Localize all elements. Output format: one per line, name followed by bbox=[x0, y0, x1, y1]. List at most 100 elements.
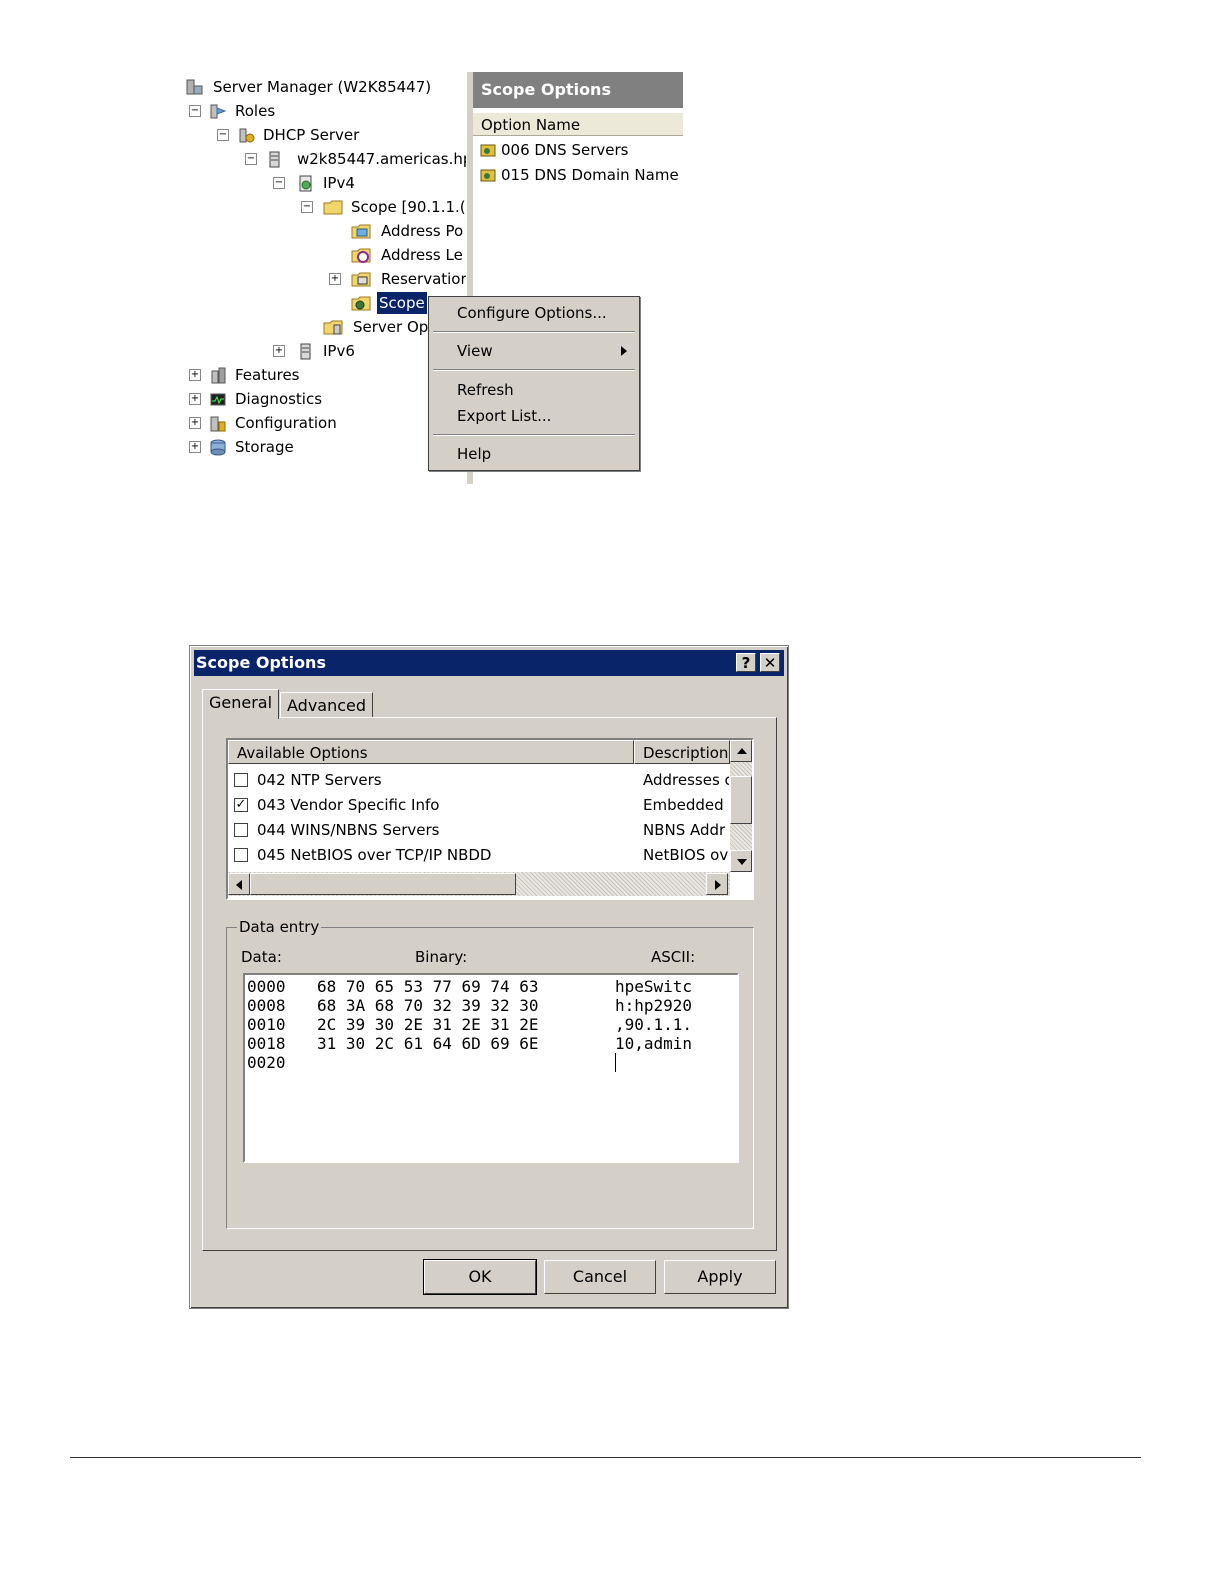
scroll-down-button[interactable] bbox=[730, 850, 752, 872]
vertical-scrollbar[interactable] bbox=[730, 740, 752, 872]
menu-item-help[interactable]: Help bbox=[431, 442, 637, 466]
hex-offset: 0010 bbox=[247, 1015, 286, 1034]
option-checkbox-checked[interactable]: ✓ bbox=[234, 798, 248, 812]
option-name: 045 NetBIOS over TCP/IP NBDD bbox=[257, 846, 492, 864]
help-button[interactable]: ? bbox=[736, 653, 756, 672]
menu-item-export-list[interactable]: Export List... bbox=[431, 404, 637, 428]
column-header-available-options[interactable]: Available Options bbox=[228, 740, 634, 764]
storage-icon bbox=[209, 438, 227, 456]
tree-label-host: w2k85447.americas.hp bbox=[297, 150, 466, 168]
option-checkbox[interactable] bbox=[234, 848, 248, 862]
details-pane-title: Scope Options bbox=[473, 72, 683, 108]
menu-separator bbox=[433, 331, 635, 333]
scroll-right-button[interactable] bbox=[706, 873, 728, 895]
reservations-icon bbox=[351, 270, 371, 288]
arrow-down-icon bbox=[737, 859, 747, 865]
option-icon bbox=[479, 166, 497, 184]
tree-label-features: Features bbox=[235, 366, 300, 384]
configuration-icon bbox=[209, 414, 227, 432]
option-name: 042 NTP Servers bbox=[257, 771, 382, 789]
features-icon bbox=[209, 366, 227, 384]
collapse-icon[interactable]: − bbox=[245, 153, 257, 165]
diagnostics-icon bbox=[209, 390, 227, 408]
hex-ascii: ,90.1.1. bbox=[615, 1015, 693, 1034]
arrow-left-icon bbox=[236, 880, 242, 890]
console-tree: Server Manager (W2K85447) − Roles − DHCP… bbox=[183, 72, 466, 484]
collapse-icon[interactable]: − bbox=[217, 129, 229, 141]
server-icon bbox=[265, 150, 283, 168]
option-description: NetBIOS ov bbox=[643, 846, 729, 864]
submenu-arrow-icon bbox=[621, 346, 627, 356]
hex-offset: 0018 bbox=[247, 1034, 286, 1053]
option-description: Addresses c bbox=[643, 771, 729, 789]
collapse-icon[interactable]: − bbox=[189, 105, 201, 117]
hex-ascii: 10,admin bbox=[615, 1034, 693, 1053]
dhcp-server-icon bbox=[237, 126, 255, 144]
hex-ascii: hpeSwitc bbox=[615, 977, 693, 996]
column-header-description[interactable]: Description bbox=[634, 740, 730, 764]
list-item-label: 015 DNS Domain Name bbox=[501, 166, 679, 184]
expand-icon[interactable]: + bbox=[189, 369, 201, 381]
close-button[interactable]: ✕ bbox=[760, 653, 780, 672]
hex-bytes: 68 3A 68 70 32 39 32 30 bbox=[317, 996, 539, 1015]
horizontal-scrollbar[interactable] bbox=[228, 872, 730, 896]
menu-item-view[interactable]: View bbox=[431, 339, 637, 363]
menu-item-view-label: View bbox=[457, 342, 493, 360]
text-caret bbox=[615, 1053, 616, 1072]
table-row[interactable]: ✓ 043 Vendor Specific Info Embedded v bbox=[228, 793, 730, 818]
menu-item-configure-options[interactable]: Configure Options... bbox=[431, 301, 637, 325]
table-row[interactable]: 045 NetBIOS over TCP/IP NBDD NetBIOS ov bbox=[228, 843, 730, 868]
apply-button[interactable]: Apply bbox=[664, 1260, 776, 1294]
scope-options-dialog: Scope Options ? ✕ General Advanced Avail… bbox=[189, 645, 789, 1309]
server-options-icon bbox=[323, 318, 343, 336]
cancel-button[interactable]: Cancel bbox=[544, 1260, 656, 1294]
tree-label-ipv4: IPv4 bbox=[323, 174, 355, 192]
tab-general[interactable]: General bbox=[202, 689, 280, 719]
hex-offset: 0020 bbox=[247, 1053, 286, 1072]
ipv6-icon bbox=[297, 342, 315, 360]
ascii-label: ASCII: bbox=[651, 948, 696, 966]
data-entry-legend: Data entry bbox=[237, 917, 322, 937]
option-name: 044 WINS/NBNS Servers bbox=[257, 821, 440, 839]
hex-offset: 0008 bbox=[247, 996, 286, 1015]
dialog-title-bar: Scope Options ? ✕ bbox=[194, 650, 784, 676]
tab-advanced[interactable]: Advanced bbox=[280, 692, 374, 718]
table-row[interactable]: 044 WINS/NBNS Servers NBNS Addr bbox=[228, 818, 730, 843]
data-label: Data: bbox=[241, 948, 282, 966]
roles-icon bbox=[209, 102, 227, 120]
expand-icon[interactable]: + bbox=[329, 273, 341, 285]
expand-icon[interactable]: + bbox=[189, 441, 201, 453]
tree-label-scope-options: Scope bbox=[377, 292, 427, 314]
list-item[interactable]: 015 DNS Domain Name bbox=[479, 163, 679, 187]
scroll-up-button[interactable] bbox=[730, 740, 752, 762]
tree-label-dhcp-server: DHCP Server bbox=[263, 126, 360, 144]
binary-data-editor[interactable]: 0000 68 70 65 53 77 69 74 63 hpeSwitc 0008… bbox=[243, 973, 739, 1163]
expand-icon[interactable]: + bbox=[273, 345, 285, 357]
arrow-up-icon bbox=[737, 748, 747, 754]
tree-label-server-options: Server Op bbox=[353, 318, 429, 336]
tree-label-ipv6: IPv6 bbox=[323, 342, 355, 360]
tree-label-address-pool: Address Po bbox=[381, 222, 464, 240]
collapse-icon[interactable]: − bbox=[301, 201, 313, 213]
ok-button[interactable]: OK bbox=[423, 1259, 537, 1295]
table-row[interactable]: 042 NTP Servers Addresses c bbox=[228, 768, 730, 793]
option-checkbox[interactable] bbox=[234, 823, 248, 837]
list-item[interactable]: 006 DNS Servers bbox=[479, 138, 628, 162]
dialog-title: Scope Options bbox=[196, 653, 326, 672]
column-header-option-name[interactable]: Option Name bbox=[473, 112, 683, 136]
hex-offset: 0000 bbox=[247, 977, 286, 996]
menu-separator bbox=[433, 369, 635, 371]
expand-icon[interactable]: + bbox=[189, 417, 201, 429]
scope-options-icon bbox=[351, 294, 371, 312]
expand-icon[interactable]: + bbox=[189, 393, 201, 405]
scroll-left-button[interactable] bbox=[228, 873, 250, 895]
horizontal-scroll-thumb[interactable] bbox=[250, 873, 516, 895]
vertical-scroll-thumb[interactable] bbox=[730, 776, 752, 824]
available-options-list: Available Options Description 042 NTP Se… bbox=[226, 738, 754, 900]
option-checkbox[interactable] bbox=[234, 773, 248, 787]
hex-bytes: 31 30 2C 61 64 6D 69 6E bbox=[317, 1034, 539, 1053]
collapse-icon[interactable]: − bbox=[273, 177, 285, 189]
tree-label-diagnostics: Diagnostics bbox=[235, 390, 323, 408]
menu-item-refresh[interactable]: Refresh bbox=[431, 378, 637, 402]
option-name: 043 Vendor Specific Info bbox=[257, 796, 440, 814]
